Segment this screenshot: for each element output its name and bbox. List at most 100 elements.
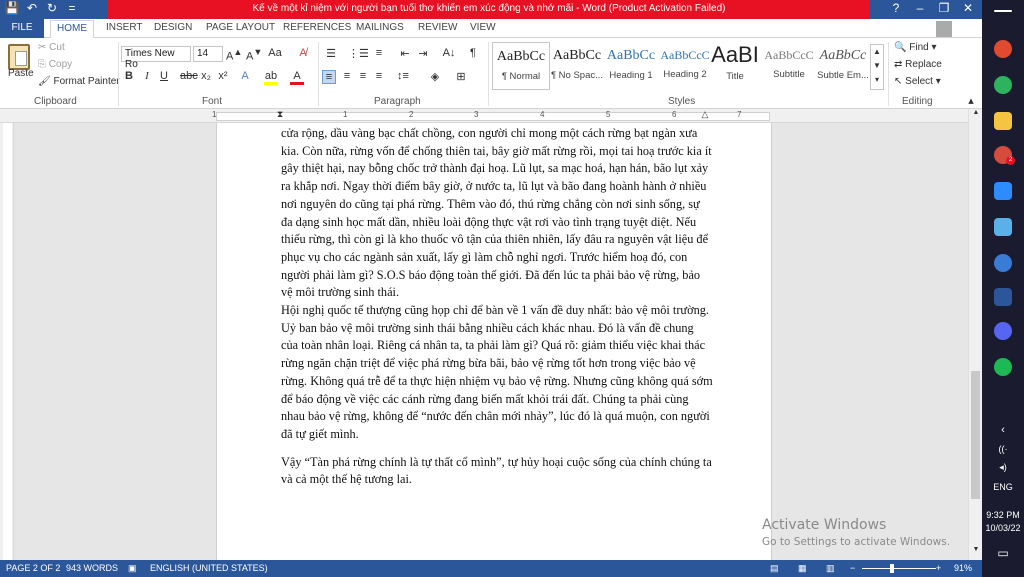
grow-font-icon[interactable]: A▲ xyxy=(226,47,242,63)
line-spacing-icon[interactable]: ↕≡ xyxy=(396,70,410,82)
strikethrough-icon[interactable]: abc xyxy=(180,70,198,82)
document-body[interactable]: cửa rộng, dầu vàng bạc chất chồng, con n… xyxy=(281,125,713,489)
bullets-icon[interactable]: ☰ xyxy=(324,47,338,60)
justify-icon[interactable]: ≡ xyxy=(372,70,386,82)
indent-marker-icon[interactable]: ⧗ xyxy=(273,109,287,120)
wifi-icon[interactable]: ((· xyxy=(982,444,1024,454)
paste-button[interactable]: Paste xyxy=(8,68,34,79)
right-indent-icon[interactable]: △ xyxy=(698,109,712,120)
input-language[interactable]: ENG xyxy=(982,482,1024,492)
tab-page-layout[interactable]: PAGE LAYOUT xyxy=(206,22,275,33)
print-layout-icon[interactable]: ▦ xyxy=(798,563,807,574)
tab-review[interactable]: REVIEW xyxy=(418,22,457,33)
save-icon[interactable]: 💾 xyxy=(4,1,20,15)
highlight-icon[interactable]: ab xyxy=(264,70,278,85)
zoom-out-icon[interactable]: − xyxy=(850,563,855,573)
tab-home[interactable]: HOME xyxy=(50,20,94,39)
zoom-level[interactable]: 91% xyxy=(954,563,972,573)
sort-icon[interactable]: A↓ xyxy=(442,47,456,59)
align-right-icon[interactable]: ≡ xyxy=(356,70,370,82)
page-count[interactable]: PAGE 2 OF 2 xyxy=(6,563,60,573)
vertical-scrollbar[interactable]: ▲ ▼ xyxy=(968,109,982,560)
font-name-box[interactable]: Times New Ro xyxy=(121,46,191,70)
replace-button[interactable]: ⇄ Replace xyxy=(894,59,942,70)
help-button[interactable]: ? xyxy=(888,1,904,15)
align-left-icon[interactable]: ≡ xyxy=(322,70,336,84)
styles-scroll-icon[interactable]: ▲ ▼ ▾ xyxy=(870,44,884,90)
zoom-slider-thumb[interactable] xyxy=(890,564,894,573)
proofing-icon[interactable]: ▣ xyxy=(128,563,137,574)
vertical-ruler[interactable] xyxy=(0,123,14,560)
pilcrow-icon[interactable]: ¶ xyxy=(466,47,480,59)
multilevel-list-icon[interactable]: ≡ xyxy=(372,47,386,59)
style-subtitle[interactable]: AaBbCcC Subtitle xyxy=(760,42,818,90)
select-button[interactable]: ↖ Select ▾ xyxy=(894,76,941,87)
increase-indent-icon[interactable]: ⇥ xyxy=(416,47,430,60)
borders-icon[interactable]: ⊞ xyxy=(454,70,468,83)
app-green-icon[interactable] xyxy=(994,76,1012,94)
find-button[interactable]: 🔍 Find ▾ xyxy=(894,42,937,53)
change-case-icon[interactable]: Aa xyxy=(268,47,282,59)
format-painter-button[interactable]: 🖌 Format Painter xyxy=(38,76,120,87)
horizontal-ruler[interactable]: 1 1 2 3 4 5 6 7 ⧗ △ xyxy=(0,109,982,123)
close-button[interactable]: ✕ xyxy=(960,1,976,15)
word-count[interactable]: 943 WORDS xyxy=(66,563,118,573)
shrink-font-icon[interactable]: A▼ xyxy=(246,47,262,63)
chrome-icon[interactable] xyxy=(994,40,1012,58)
tab-view[interactable]: VIEW xyxy=(470,22,496,33)
italic-icon[interactable]: I xyxy=(140,70,154,82)
word-icon[interactable] xyxy=(994,288,1012,306)
read-mode-icon[interactable]: ▤ xyxy=(770,563,779,574)
zoom-app-icon[interactable] xyxy=(994,182,1012,200)
document-area[interactable]: cửa rộng, dầu vàng bạc chất chồng, con n… xyxy=(14,123,968,560)
tab-insert[interactable]: INSERT xyxy=(106,22,143,33)
style-no-spacing[interactable]: AaBbCc ¶ No Spac... xyxy=(548,42,606,90)
web-layout-icon[interactable]: ▥ xyxy=(826,563,835,574)
font-size-box[interactable]: 14 xyxy=(193,46,223,62)
bold-icon[interactable]: B xyxy=(122,70,136,82)
scroll-up-icon[interactable]: ▲ xyxy=(969,109,983,116)
style-title[interactable]: AaBI Title xyxy=(706,42,764,90)
style-subtle-emphasis[interactable]: AaBbCc Subtle Em... xyxy=(814,42,872,90)
superscript-icon[interactable]: x² xyxy=(216,70,230,82)
customize-qat-icon[interactable]: = xyxy=(64,1,80,15)
discord-icon[interactable] xyxy=(994,322,1012,340)
paragraph[interactable]: cửa rộng, dầu vàng bạc chất chồng, con n… xyxy=(281,125,713,302)
redo-icon[interactable]: ↻ xyxy=(44,1,60,15)
paragraph[interactable]: Vậy “Tàn phá rừng chính là tự thất cổ mì… xyxy=(281,454,713,489)
copy-button[interactable]: ⎘ Copy xyxy=(38,59,72,70)
zoom-slider[interactable] xyxy=(862,568,936,569)
clear-format-icon[interactable]: A̸ xyxy=(296,47,310,59)
font-color-icon[interactable]: A xyxy=(290,70,304,85)
paragraph[interactable]: Hội nghị quốc tế thượng cũng họp chỉ để … xyxy=(281,302,713,444)
cut-button[interactable]: ✂ Cut xyxy=(38,42,65,53)
tab-references[interactable]: REFERENCES xyxy=(283,22,351,33)
volume-icon[interactable]: ◂) xyxy=(982,462,1024,473)
scrollbar-thumb[interactable] xyxy=(971,371,980,499)
page[interactable]: cửa rộng, dầu vàng bạc chất chồng, con n… xyxy=(216,123,772,560)
notifications-icon[interactable]: ▭ xyxy=(982,546,1024,560)
account-avatar[interactable] xyxy=(936,21,952,37)
tab-file[interactable]: FILE xyxy=(0,19,44,38)
tab-mailings[interactable]: MAILINGS xyxy=(356,22,404,33)
minimize-button[interactable]: – xyxy=(912,1,928,15)
paste-icon[interactable] xyxy=(8,44,30,70)
subscript-icon[interactable]: x₂ xyxy=(199,70,213,82)
language-status[interactable]: ENGLISH (UNITED STATES) xyxy=(150,563,268,573)
zoom-in-icon[interactable]: + xyxy=(936,563,941,573)
app-globe-icon[interactable] xyxy=(994,254,1012,272)
decrease-indent-icon[interactable]: ⇤ xyxy=(398,47,412,60)
tab-design[interactable]: DESIGN xyxy=(154,22,192,33)
text-effects-icon[interactable]: A xyxy=(238,70,252,82)
shading-icon[interactable]: ◈ xyxy=(428,70,442,83)
collapse-ribbon-icon[interactable]: ▴ xyxy=(964,94,978,107)
style-normal[interactable]: AaBbCc ¶ Normal xyxy=(492,42,550,90)
align-center-icon[interactable]: ≡ xyxy=(340,70,354,82)
spotify-icon[interactable] xyxy=(994,358,1012,376)
style-heading-1[interactable]: AaBbCc Heading 1 xyxy=(602,42,660,90)
clock-time[interactable]: 9:32 PM xyxy=(982,510,1024,520)
app-blue-icon[interactable] xyxy=(994,218,1012,236)
file-explorer-icon[interactable] xyxy=(994,112,1012,130)
menu-icon[interactable] xyxy=(994,10,1012,12)
scroll-down-icon[interactable]: ▼ xyxy=(969,546,983,553)
